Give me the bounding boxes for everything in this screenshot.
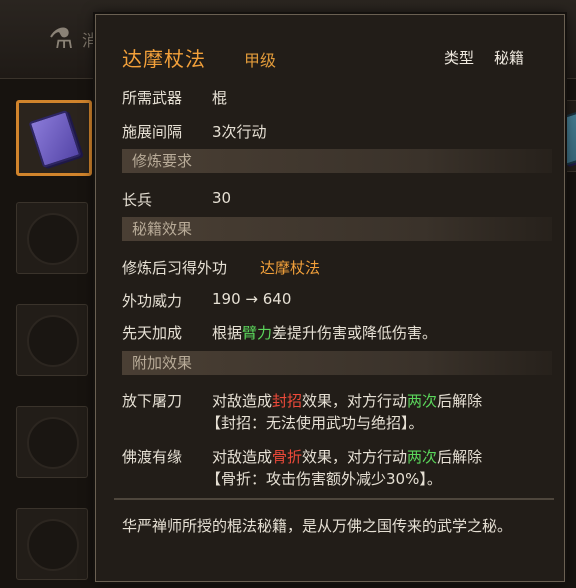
book-icon: [28, 109, 82, 169]
skill-name: 达摩杖法: [122, 47, 206, 71]
divider: [114, 498, 554, 500]
tooltip-header: 达摩杖法 甲级 类型 秘籍: [122, 43, 562, 73]
extra-effect-note: 【封招：无法使用武功与绝招】。: [206, 414, 424, 432]
item-description: 华严禅师所授的棍法秘籍，是从万佛之国传来的武学之秘。: [122, 517, 513, 535]
item-tooltip: 达摩杖法 甲级 类型 秘籍 所需武器 棍 施展间隔 3次行动 修炼要求 长兵 3…: [95, 14, 565, 582]
innate-attribute: 臂力: [242, 324, 273, 342]
section-extra: 附加效果: [122, 351, 552, 375]
learned-skill-label: 修炼后习得外功: [122, 259, 228, 277]
learned-skill-value: 达摩杖法: [260, 259, 321, 277]
type-value: 秘籍: [494, 49, 525, 67]
extra-effect-label: 佛渡有缘: [122, 448, 183, 466]
section-effects: 秘籍效果: [122, 217, 552, 241]
extra-effect-text: 对敌造成骨折效果，对方行动两次后解除: [212, 446, 482, 467]
type-label: 类型: [444, 49, 475, 67]
innate-prefix: 根据: [212, 324, 243, 342]
section-requirements: 修炼要求: [122, 149, 552, 173]
inventory-slot-empty[interactable]: [16, 202, 88, 274]
innate-label: 先天加成: [122, 324, 183, 342]
inventory-slot-empty[interactable]: [16, 508, 88, 580]
extra-mid: 效果，对方行动: [302, 448, 408, 466]
extra-mid: 效果，对方行动: [302, 392, 408, 410]
extra-effect-note: 【骨折：攻击伤害额外减少30%】。: [206, 470, 442, 488]
weapon-value: 棍: [212, 89, 228, 107]
extra-prefix: 对敌造成: [212, 448, 273, 466]
extra-suffix: 后解除: [437, 392, 483, 410]
extra-effect-text: 对敌造成封招效果，对方行动两次后解除: [212, 390, 482, 411]
innate-suffix: 差提升伤害或降低伤害。: [272, 324, 438, 342]
turn-count: 两次: [407, 392, 438, 410]
requirement-label: 长兵: [122, 191, 153, 209]
inventory-slot-empty[interactable]: [16, 304, 88, 376]
status-name: 骨折: [272, 448, 303, 466]
inventory-slot-empty[interactable]: [16, 406, 88, 478]
status-name: 封招: [272, 392, 303, 410]
inventory-slot-selected[interactable]: [16, 100, 92, 176]
interval-value: 3次行动: [212, 123, 267, 141]
innate-text: 根据臂力差提升伤害或降低伤害。: [212, 322, 437, 343]
requirement-value: 30: [212, 189, 232, 207]
extra-effect-label: 放下屠刀: [122, 392, 183, 410]
extra-prefix: 对敌造成: [212, 392, 273, 410]
interval-label: 施展间隔: [122, 123, 183, 141]
extra-suffix: 后解除: [437, 448, 483, 466]
power-label: 外功威力: [122, 292, 183, 310]
power-value: 190 → 640: [212, 290, 292, 308]
turn-count: 两次: [407, 448, 438, 466]
potion-icon: ⚗: [48, 22, 74, 55]
grade-label: 甲级: [244, 51, 277, 70]
weapon-label: 所需武器: [122, 89, 183, 107]
